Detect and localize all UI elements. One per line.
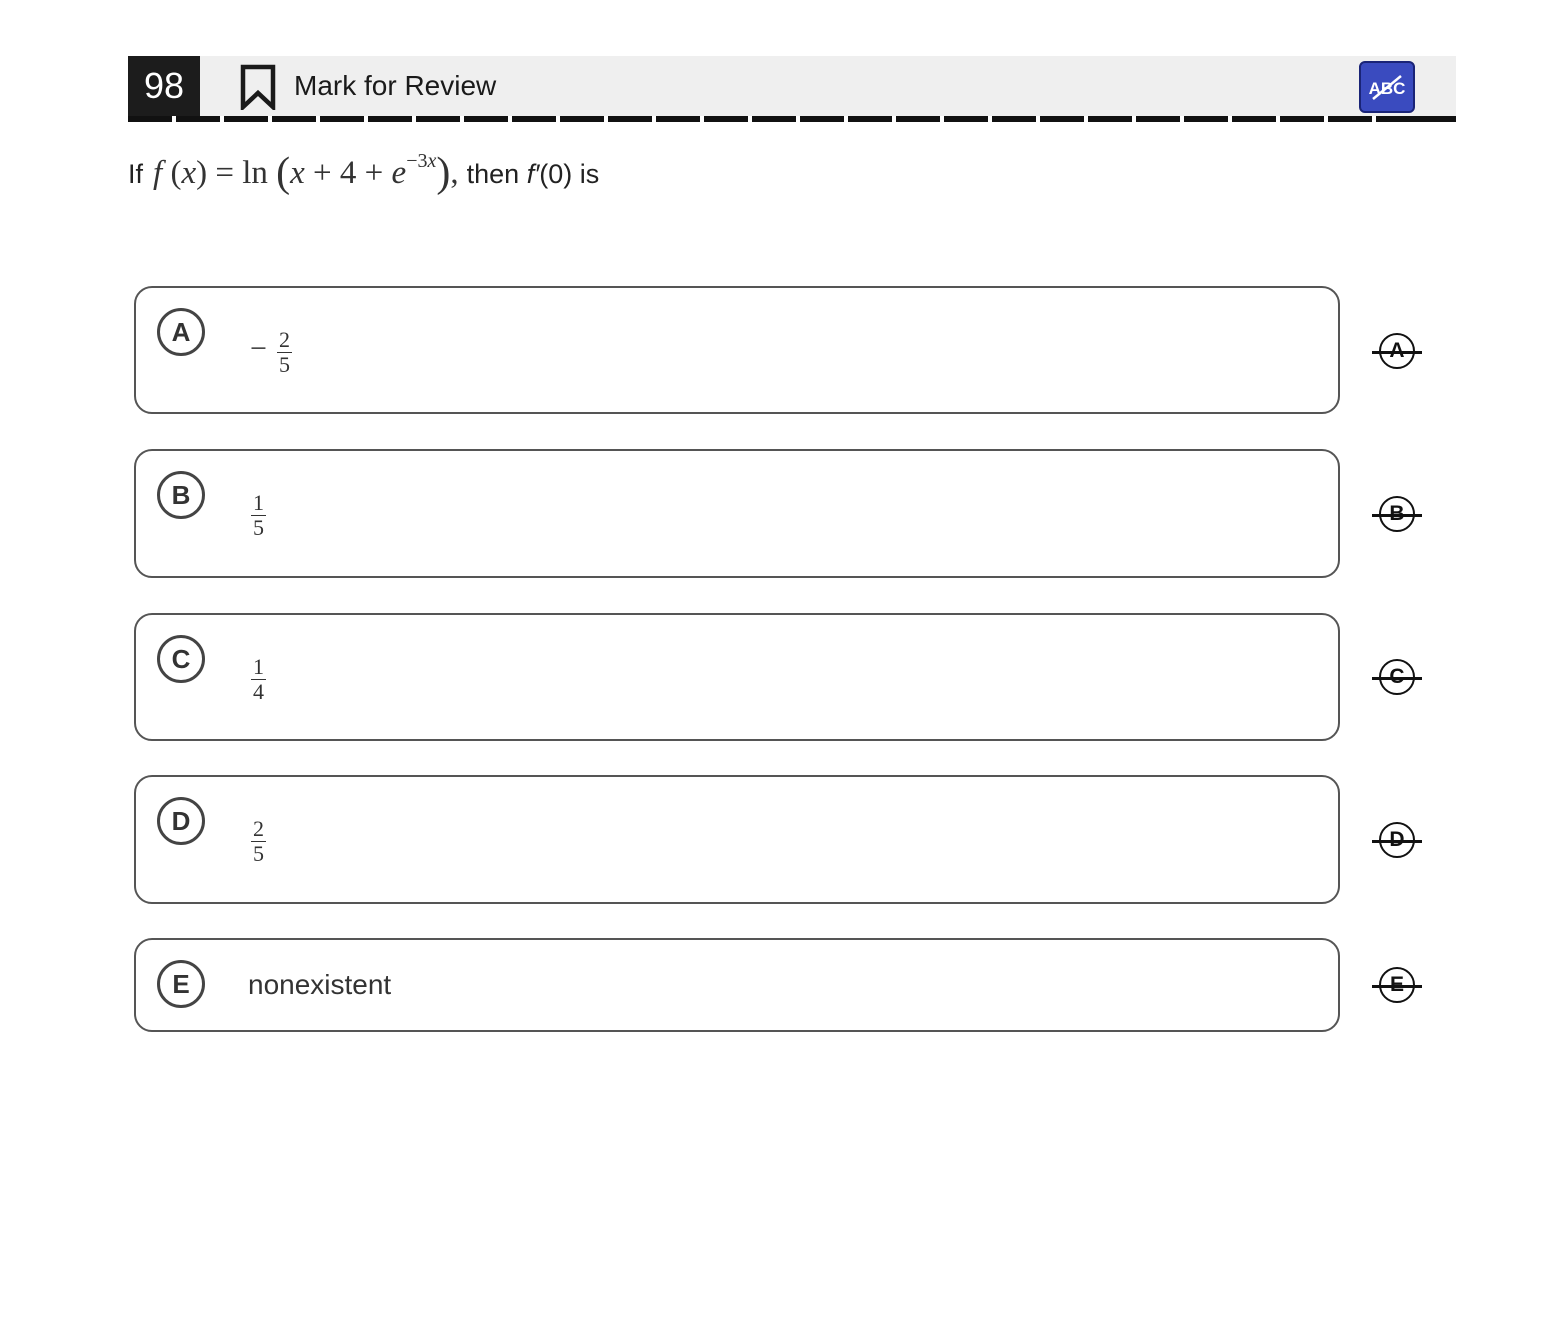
eliminate-choice-c-button[interactable]: C — [1372, 659, 1422, 697]
eliminate-choice-b-button[interactable]: B — [1372, 496, 1422, 534]
answer-eliminator-toggle-button[interactable]: ABC — [1359, 61, 1415, 113]
choice-c-letter: C — [157, 635, 205, 683]
eliminate-choice-d-button[interactable]: D — [1372, 822, 1422, 860]
bookmark-icon — [240, 64, 276, 110]
question-suffix: then f′(0) is — [466, 159, 600, 189]
choice-c[interactable]: C 1 4 — [134, 613, 1340, 741]
question-header: 98 Mark for Review ABC — [128, 56, 1456, 116]
choice-a-fraction: 2 5 — [277, 327, 292, 377]
choice-d-fraction: 2 5 — [251, 816, 266, 866]
abc-strikethrough-icon: ABC — [1369, 75, 1405, 100]
choice-d[interactable]: D 2 5 — [134, 775, 1340, 904]
choice-e-text: nonexistent — [248, 969, 392, 1000]
choice-e-letter: E — [157, 960, 205, 1008]
eliminate-choice-e-button[interactable]: E — [1372, 967, 1422, 1005]
choice-d-letter: D — [157, 797, 205, 845]
choice-a-letter: A — [157, 308, 205, 356]
choice-a-sign: − — [250, 332, 267, 365]
question-number: 98 — [128, 56, 200, 116]
choice-b[interactable]: B 1 5 — [134, 449, 1340, 578]
choice-c-fraction: 1 4 — [251, 654, 266, 704]
eliminate-choice-a-button[interactable]: A — [1372, 333, 1422, 371]
mark-for-review-button[interactable]: Mark for Review — [240, 56, 496, 116]
mark-for-review-label: Mark for Review — [294, 70, 497, 101]
choice-a[interactable]: A − 2 5 — [134, 286, 1340, 414]
question-progress-strip — [128, 116, 1456, 122]
choice-b-fraction: 1 5 — [251, 490, 266, 540]
question-formula: f (x) = ln (x + 4 + e−3x), — [153, 150, 459, 196]
question-prefix: If — [128, 159, 144, 189]
question-stem: If f (x) = ln (x + 4 + e−3x), then f′(0)… — [128, 150, 600, 196]
choice-e[interactable]: E nonexistent — [134, 938, 1340, 1032]
choice-b-letter: B — [157, 471, 205, 519]
